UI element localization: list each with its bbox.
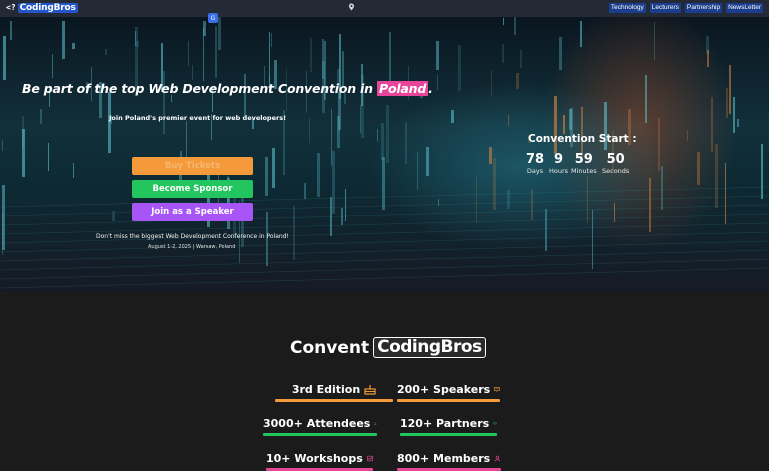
- countdown-seconds-label: Seconds: [602, 167, 630, 175]
- stat-edition-bar: [275, 399, 393, 402]
- nav-link-technology[interactable]: Technology: [608, 3, 646, 13]
- countdown-hours-value: 9: [554, 152, 564, 167]
- hero-title-suffix: .: [428, 81, 433, 96]
- become-sponsor-button[interactable]: Become Sponsor: [132, 180, 253, 198]
- buy-tickets-button[interactable]: Buy Tickets: [132, 157, 253, 175]
- stat-speakers-label: Speakers: [433, 382, 491, 396]
- stat-edition-text: 3rd Edition: [292, 383, 360, 396]
- event-date-location: August 1-2, 2025 | Warsaw, Poland: [148, 244, 236, 250]
- site-logo[interactable]: <? CodingBros: [6, 2, 78, 13]
- stat-edition-number: 3rd: [291, 382, 313, 396]
- handshake-icon: [493, 421, 497, 425]
- hero-note: Don't miss the biggest Web Development C…: [96, 233, 289, 240]
- stat-attendees-text: 3000+ Attendees: [263, 417, 370, 430]
- hero-title: Be part of the top Web Development Conve…: [22, 81, 433, 96]
- stat-attendees-label: Attendees: [306, 416, 371, 430]
- hero-section: Be part of the top Web Development Conve…: [0, 17, 769, 292]
- countdown-seconds-value: 50: [606, 152, 625, 167]
- location-pin-icon: [349, 3, 354, 11]
- stat-attendees-bar: [263, 433, 377, 436]
- stat-partners: 120+ Partners: [400, 414, 497, 436]
- nav-links: Technology Lecturers Partnership NewsLet…: [608, 3, 763, 13]
- stat-workshops-label: Workshops: [294, 451, 363, 465]
- countdown-days-value: 78: [526, 152, 545, 167]
- stat-workshops-number: 10+: [266, 451, 291, 465]
- stat-workshops: 10+ Workshops: [266, 449, 373, 471]
- stat-members-number: 800+: [397, 451, 430, 465]
- stats-title-word: Convent: [290, 337, 370, 358]
- stat-members: 800+ Members: [397, 449, 501, 471]
- cake-icon: [364, 384, 376, 395]
- nav-link-lecturers[interactable]: Lecturers: [649, 3, 681, 13]
- stat-members-label: Members: [433, 451, 491, 465]
- nav-link-newsletter[interactable]: NewsLetter: [726, 3, 763, 13]
- users-icon: [374, 422, 377, 424]
- countdown-minutes-value: 59: [574, 152, 593, 167]
- stats-section-title: Convent CodingBros: [290, 337, 486, 358]
- chart-icon: [366, 455, 373, 461]
- countdown-days: 78 Days: [526, 152, 545, 176]
- stat-speakers-bar: [397, 399, 500, 402]
- countdown-minutes-label: Minutes: [571, 167, 597, 175]
- hero-title-highlight: Poland: [377, 81, 429, 96]
- countdown-hours: 9 Hours: [549, 152, 569, 176]
- stat-speakers: 200+ Speakers: [397, 380, 500, 402]
- countdown-minutes: 59 Minutes: [571, 152, 597, 176]
- stat-speakers-text: 200+ Speakers: [397, 383, 490, 396]
- countdown-title: Convention Start :: [528, 133, 637, 145]
- stat-attendees-number: 3000+: [263, 416, 303, 430]
- stat-speakers-number: 200+: [397, 382, 430, 396]
- hero-background-image: [0, 17, 769, 289]
- translate-icon[interactable]: G: [208, 13, 218, 23]
- stat-edition: 3rd Edition: [275, 380, 393, 402]
- logo-mark: <?: [6, 3, 16, 12]
- user-icon: [494, 455, 501, 461]
- countdown-seconds: 50 Seconds: [602, 152, 630, 176]
- stat-partners-label: Partners: [436, 416, 490, 430]
- nav-link-partnership[interactable]: Partnership: [684, 3, 723, 13]
- stat-members-text: 800+ Members: [397, 452, 490, 465]
- stat-attendees: 3000+ Attendees: [263, 414, 377, 436]
- stats-title-brand: CodingBros: [373, 337, 486, 358]
- stat-workshops-text: 10+ Workshops: [266, 452, 363, 465]
- countdown-days-label: Days: [526, 167, 544, 175]
- stat-partners-bar: [400, 433, 497, 436]
- logo-text: CodingBros: [17, 2, 78, 13]
- top-navbar: <? CodingBros Technology Lecturers Partn…: [0, 0, 769, 17]
- stat-edition-label: Edition: [316, 382, 361, 396]
- stat-partners-text: 120+ Partners: [400, 417, 489, 430]
- hero-subtitle: Join Poland's premier event for web deve…: [109, 114, 287, 122]
- presentation-icon: [494, 386, 500, 392]
- join-speaker-button[interactable]: Join as a Speaker: [132, 203, 253, 221]
- hero-title-prefix: Be part of the top Web Development Conve…: [22, 81, 377, 96]
- countdown-hours-label: Hours: [549, 167, 569, 175]
- stat-partners-number: 120+: [400, 416, 433, 430]
